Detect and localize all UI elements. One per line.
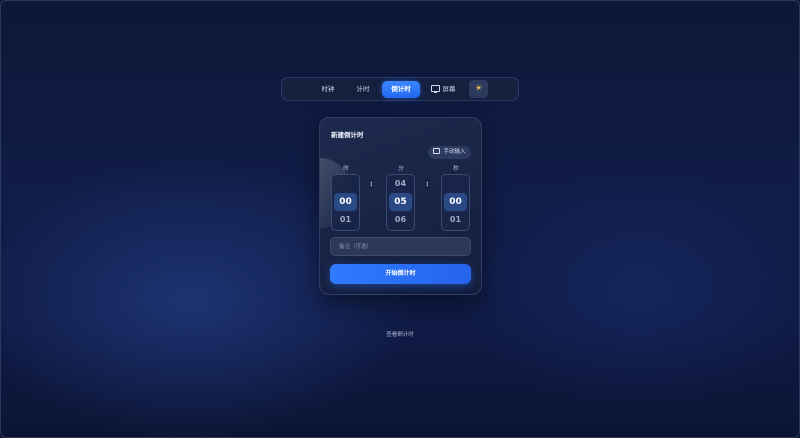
hours-label: 时 [343, 166, 349, 172]
tab-screen-label: 屏幕 [442, 85, 456, 93]
seconds-label: 秒 [453, 166, 459, 172]
hours-selected: 00 [334, 193, 357, 211]
hours-picker[interactable]: 00 01 [331, 174, 360, 231]
top-nav: 时钟 计时 倒计时 屏幕 ☀ [281, 77, 519, 101]
seconds-next: 01 [449, 215, 462, 224]
hours-next: 01 [339, 215, 352, 224]
monitor-icon [430, 85, 440, 93]
manual-input-button[interactable]: 手动输入 [428, 146, 471, 159]
tab-countdown[interactable]: 倒计时 [382, 81, 420, 98]
minutes-prev: 04 [394, 179, 407, 188]
minutes-selected: 05 [389, 193, 412, 211]
tab-timer[interactable]: 计时 [351, 81, 375, 98]
minutes-picker[interactable]: 04 05 06 [386, 174, 415, 231]
separator-1: : [370, 180, 373, 188]
sun-icon: ☀ [474, 84, 483, 94]
view-countdowns-link[interactable]: 查看倒计时 [370, 330, 430, 338]
new-countdown-card: 新建倒计时 手动输入 时 分 秒 00 01 : 04 05 06 : 00 0… [319, 117, 482, 295]
minutes-next: 06 [394, 215, 407, 224]
theme-toggle-button[interactable]: ☀ [469, 80, 488, 98]
start-countdown-button[interactable]: 开始倒计时 [330, 264, 471, 284]
manual-input-label: 手动输入 [443, 149, 466, 155]
note-input[interactable] [330, 237, 471, 256]
keyboard-icon [433, 148, 441, 154]
minutes-label: 分 [398, 166, 404, 172]
card-title: 新建倒计时 [331, 131, 364, 139]
seconds-selected: 00 [444, 193, 467, 211]
tab-clock[interactable]: 时钟 [316, 81, 340, 98]
seconds-picker[interactable]: 00 01 [441, 174, 470, 231]
separator-2: : [426, 180, 429, 188]
tab-screen[interactable]: 屏幕 [427, 81, 459, 98]
